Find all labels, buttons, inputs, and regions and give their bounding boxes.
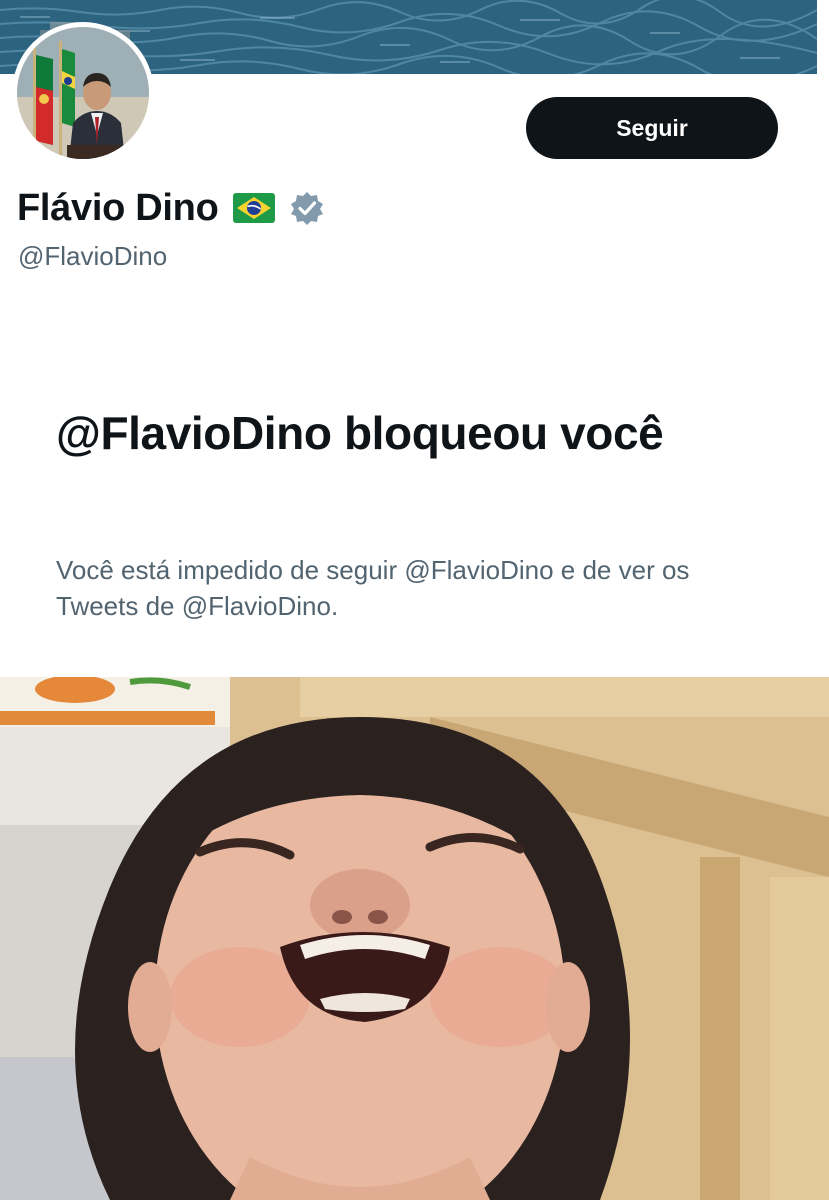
avatar-person-graphic	[17, 27, 149, 159]
verified-badge-icon[interactable]	[289, 190, 325, 226]
profile-name-row: Flávio Dino	[17, 184, 325, 232]
brazil-flag-icon	[232, 193, 275, 223]
display-name: Flávio Dino	[17, 186, 219, 229]
blocked-title: @FlavioDino bloqueou você	[56, 407, 664, 459]
profile-avatar[interactable]	[12, 22, 154, 164]
blocked-description: Você está impedido de seguir @FlavioDino…	[56, 555, 690, 621]
follow-button[interactable]: Seguir	[526, 97, 778, 159]
laughing-child-meme-image	[0, 677, 829, 1200]
profile-handle: @FlavioDino	[18, 241, 168, 271]
meme-photo-graphic	[0, 677, 829, 1200]
avatar-photo	[17, 27, 149, 159]
